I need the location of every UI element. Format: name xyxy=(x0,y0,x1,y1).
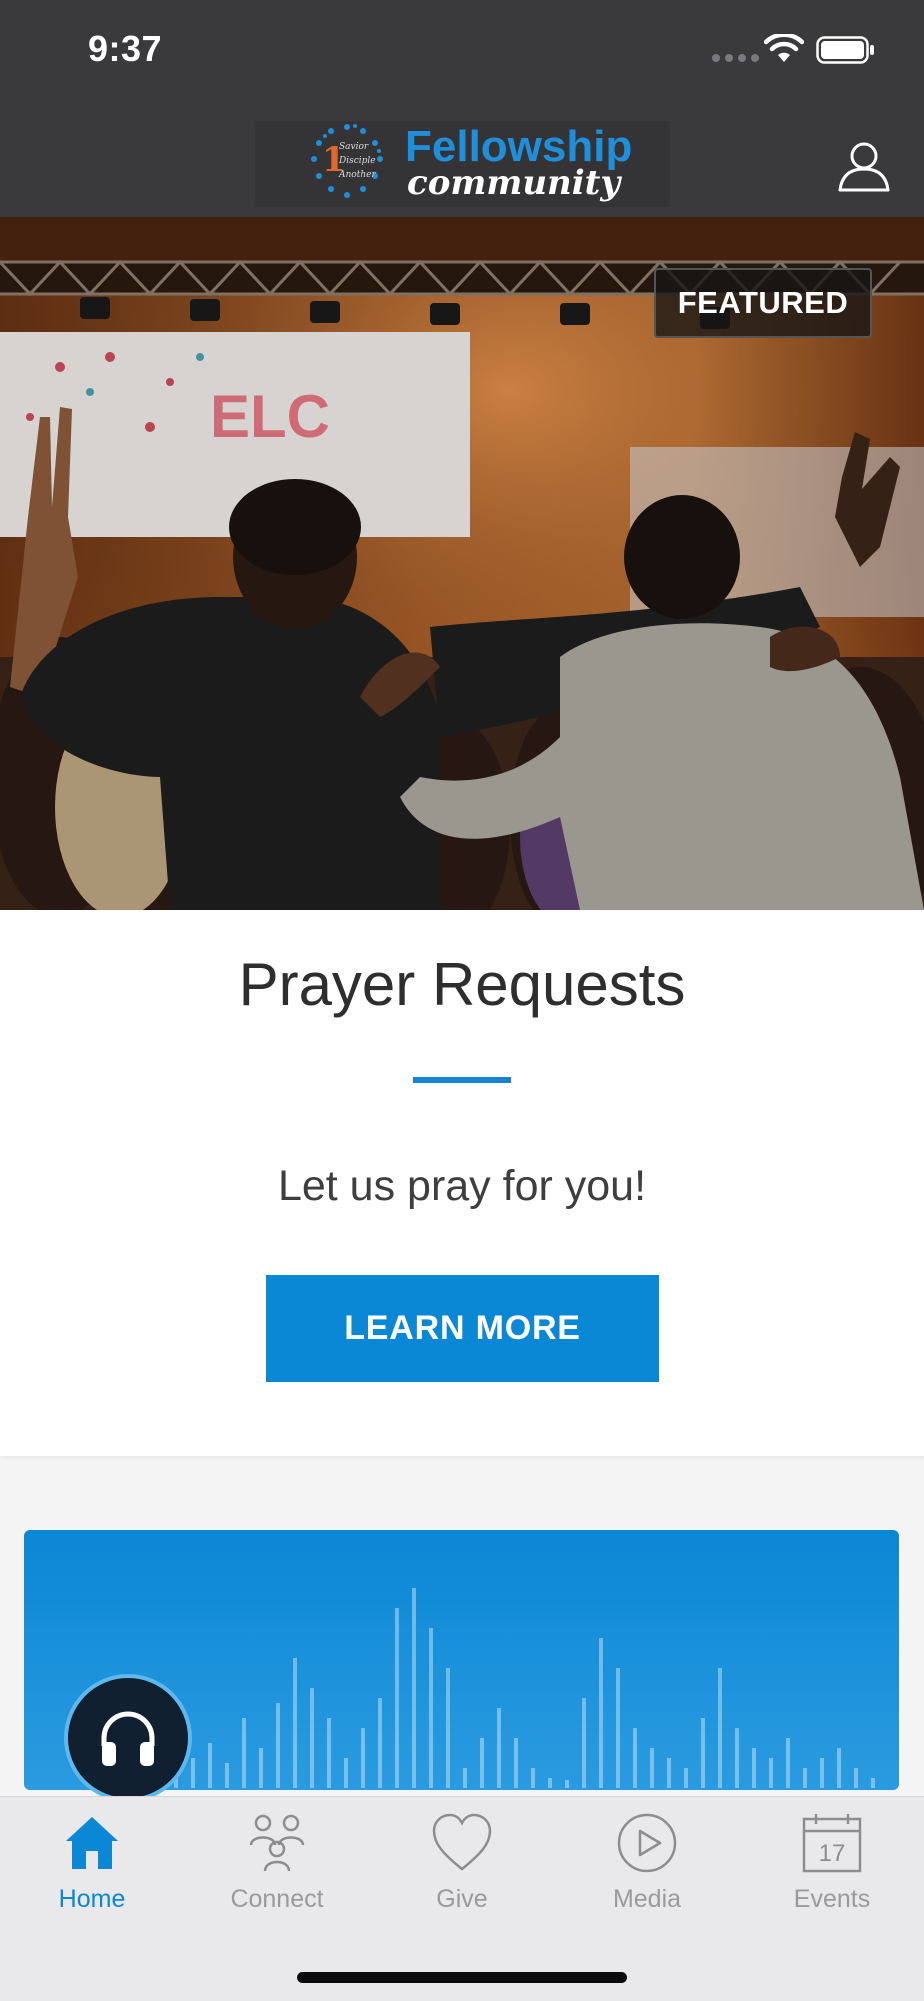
waveform-bar xyxy=(446,1668,450,1788)
waveform-bar xyxy=(871,1778,875,1788)
waveform-bar xyxy=(276,1703,280,1788)
home-icon xyxy=(66,1817,118,1869)
waveform-bar xyxy=(327,1718,331,1788)
waveform-bar xyxy=(684,1768,688,1788)
waveform-bar xyxy=(786,1738,790,1788)
waveform-bar xyxy=(752,1748,756,1788)
tab-events[interactable]: 17 Events xyxy=(740,1811,924,1921)
waveform-bar xyxy=(259,1748,263,1788)
tab-media[interactable]: Media xyxy=(555,1811,739,1921)
tab-connect[interactable]: Connect xyxy=(185,1811,369,1921)
app-header: 9:37 1 Savior Disciple Another Fellowshi… xyxy=(0,0,924,217)
fellowship-logo[interactable]: 1 Savior Disciple Another Fellowship com… xyxy=(255,121,670,207)
waveform-bar xyxy=(650,1748,654,1788)
play-circle-icon xyxy=(617,1813,677,1873)
title-divider xyxy=(413,1077,511,1083)
waveform-bar xyxy=(531,1768,535,1788)
waveform-bar xyxy=(837,1748,841,1788)
prayer-requests-card: Prayer Requests Let us pray for you! LEA… xyxy=(0,910,924,1456)
waveform-bar xyxy=(429,1628,433,1788)
card-subtitle: Let us pray for you! xyxy=(277,1162,647,1210)
waveform-bar xyxy=(191,1758,195,1788)
featured-badge: FEATURED xyxy=(654,268,872,338)
cellular-signal-icon xyxy=(712,54,759,62)
logo-mark-line-3: Another xyxy=(338,170,376,180)
calendar-day: 17 xyxy=(819,1840,846,1867)
tab-label-give: Give xyxy=(436,1885,488,1913)
waveform-bar xyxy=(225,1763,229,1788)
tab-give[interactable]: Give xyxy=(370,1811,554,1921)
waveform-bar xyxy=(582,1698,586,1788)
headphones-icon xyxy=(101,1711,155,1766)
waveform-bar xyxy=(718,1668,722,1788)
waveform-bar xyxy=(565,1780,569,1788)
waveform-bar xyxy=(412,1588,416,1788)
waveform-bar xyxy=(208,1743,212,1788)
person-outline-icon[interactable] xyxy=(836,138,892,194)
waveform-bar xyxy=(769,1758,773,1788)
waveform-bar xyxy=(599,1638,603,1788)
tab-label-connect: Connect xyxy=(230,1885,324,1913)
waveform-bar xyxy=(242,1718,246,1788)
waveform-bar xyxy=(378,1698,382,1788)
waveform-bar xyxy=(735,1728,739,1788)
battery-icon xyxy=(816,36,874,64)
waveform-bar xyxy=(395,1608,399,1788)
waveform-bar xyxy=(310,1688,314,1788)
tab-label-events: Events xyxy=(793,1885,871,1913)
learn-more-button[interactable]: LEARN MORE xyxy=(266,1275,659,1382)
waveform-bar xyxy=(854,1768,858,1788)
status-time: 9:37 xyxy=(88,28,163,69)
logo-subtitle: community xyxy=(407,163,621,203)
logo-mark-line-1: Savior xyxy=(339,142,369,152)
logo-mark-icon: 1 Savior Disciple Another xyxy=(311,124,383,198)
tab-label-home: Home xyxy=(58,1885,126,1913)
home-indicator xyxy=(297,1972,627,1983)
waveform-bar xyxy=(497,1708,501,1788)
waveform-bar xyxy=(616,1668,620,1788)
heart-icon xyxy=(432,1813,492,1871)
waveform-bar xyxy=(633,1728,637,1788)
logo-mark-line-2: Disciple xyxy=(338,156,376,166)
waveform-bar xyxy=(820,1758,824,1788)
waveform-bar xyxy=(293,1658,297,1788)
people-icon xyxy=(249,1814,305,1872)
bottom-tab-bar: Home Connect Give Media 17 Events xyxy=(0,1796,924,2001)
waveform-bar xyxy=(480,1738,484,1788)
waveform-bar xyxy=(548,1778,552,1788)
calendar-icon: 17 xyxy=(802,1814,862,1873)
tab-home[interactable]: Home xyxy=(0,1811,184,1921)
card-title: Prayer Requests xyxy=(238,951,686,1018)
wifi-icon xyxy=(764,34,804,62)
headphones-button[interactable] xyxy=(64,1674,192,1802)
waveform-bar xyxy=(361,1728,365,1788)
waveform-bar xyxy=(701,1718,705,1788)
waveform-bar xyxy=(667,1758,671,1788)
waveform-bar xyxy=(803,1768,807,1788)
tab-label-media: Media xyxy=(612,1885,682,1913)
waveform-bar xyxy=(463,1768,467,1788)
waveform-bar xyxy=(344,1758,348,1788)
waveform-bar xyxy=(514,1738,518,1788)
